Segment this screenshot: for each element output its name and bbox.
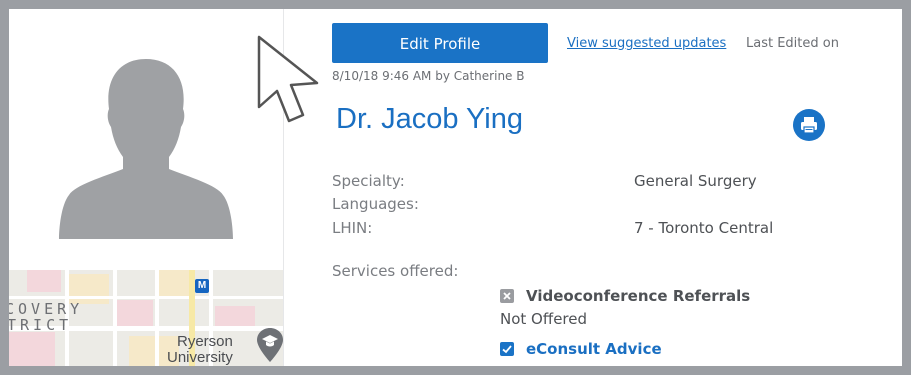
lhin-label: LHIN: bbox=[332, 219, 373, 237]
avatar bbox=[9, 9, 283, 269]
map-university-line-2: University bbox=[167, 349, 233, 366]
languages-label: Languages: bbox=[332, 195, 419, 213]
metro-icon: M bbox=[195, 279, 209, 293]
view-suggested-updates-link[interactable]: View suggested updates bbox=[567, 36, 726, 51]
doctor-name: Dr. Jacob Ying bbox=[336, 103, 523, 135]
graduation-cap-pin-icon bbox=[257, 328, 283, 362]
last-edited-label: Last Edited on bbox=[746, 36, 839, 51]
service-name: eConsult Advice bbox=[526, 340, 662, 358]
mouse-pointer-icon bbox=[257, 35, 319, 123]
location-map[interactable]: COVERY TRICT M Ryerson University bbox=[9, 270, 283, 366]
specialty-label: Specialty: bbox=[332, 172, 405, 190]
service-item-videoconference: Videoconference Referrals bbox=[500, 287, 750, 305]
profile-card: COVERY TRICT M Ryerson University Edit P… bbox=[9, 9, 902, 366]
service-name: Videoconference Referrals bbox=[526, 287, 751, 305]
service-item-econsult[interactable]: eConsult Advice bbox=[500, 340, 662, 358]
map-university-line-1: Ryerson bbox=[177, 333, 233, 350]
profile-main: Edit Profile View suggested updates Last… bbox=[284, 9, 902, 366]
printer-icon bbox=[801, 117, 817, 134]
last-edited-info: 8/10/18 9:46 AM by Catherine B bbox=[332, 69, 525, 83]
services-offered-label: Services offered: bbox=[332, 262, 459, 280]
specialty-value: General Surgery bbox=[634, 172, 757, 190]
x-square-icon bbox=[500, 289, 514, 303]
checkmark-square-icon[interactable] bbox=[500, 342, 514, 356]
edit-profile-button[interactable]: Edit Profile bbox=[332, 23, 548, 63]
map-district-label-2: TRICT bbox=[9, 316, 73, 334]
lhin-value: 7 - Toronto Central bbox=[634, 219, 774, 237]
print-button[interactable] bbox=[793, 109, 825, 141]
person-silhouette-icon bbox=[59, 59, 233, 239]
left-column: COVERY TRICT M Ryerson University bbox=[9, 9, 284, 366]
service-status: Not Offered bbox=[500, 310, 588, 328]
